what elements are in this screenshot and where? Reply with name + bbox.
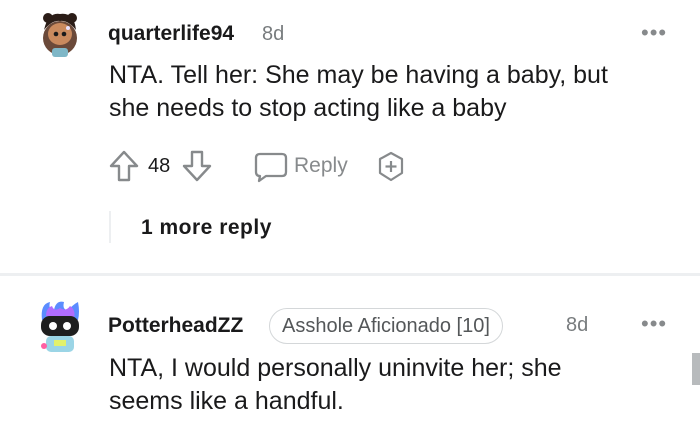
- arrow-down-icon: [182, 150, 212, 182]
- downvote-button[interactable]: [181, 149, 213, 183]
- user-avatar[interactable]: [34, 8, 86, 60]
- comment-body-line-1: NTA, I would personally uninvite her; sh…: [109, 354, 562, 382]
- more-options-icon[interactable]: •••: [641, 20, 667, 46]
- vote-count: 48: [148, 155, 171, 177]
- comment-body-line-1: NTA. Tell her: She may be having a baby,…: [109, 61, 608, 89]
- upvote-button[interactable]: [108, 149, 140, 183]
- thread-line: [109, 211, 111, 243]
- comment-body-line-2: she needs to stop acting like a baby: [109, 94, 507, 122]
- comment-author[interactable]: PotterheadZZ: [108, 314, 243, 338]
- snoo-avatar-icon: [43, 13, 77, 57]
- comment-divider: [0, 273, 700, 276]
- comment-body-line-2: seems like a handful.: [109, 387, 344, 415]
- scrollbar-thumb[interactable]: [692, 353, 700, 385]
- reply-label: Reply: [294, 154, 348, 177]
- arrow-up-icon: [109, 150, 139, 182]
- comment-author[interactable]: quarterlife94: [108, 22, 234, 46]
- user-avatar[interactable]: [34, 298, 86, 352]
- more-options-icon[interactable]: •••: [641, 311, 667, 337]
- add-award-icon: [378, 151, 404, 182]
- reply-button[interactable]: Reply: [254, 150, 354, 184]
- give-award-button[interactable]: [374, 150, 408, 184]
- user-flair-badge: Asshole Aficionado [10]: [269, 308, 503, 344]
- speech-bubble-icon: [254, 152, 288, 183]
- comment-timestamp[interactable]: 8d: [262, 23, 284, 46]
- snoo-avatar-icon: [41, 301, 79, 352]
- more-replies-link[interactable]: 1 more reply: [141, 216, 272, 240]
- comment-timestamp[interactable]: 8d: [566, 314, 588, 337]
